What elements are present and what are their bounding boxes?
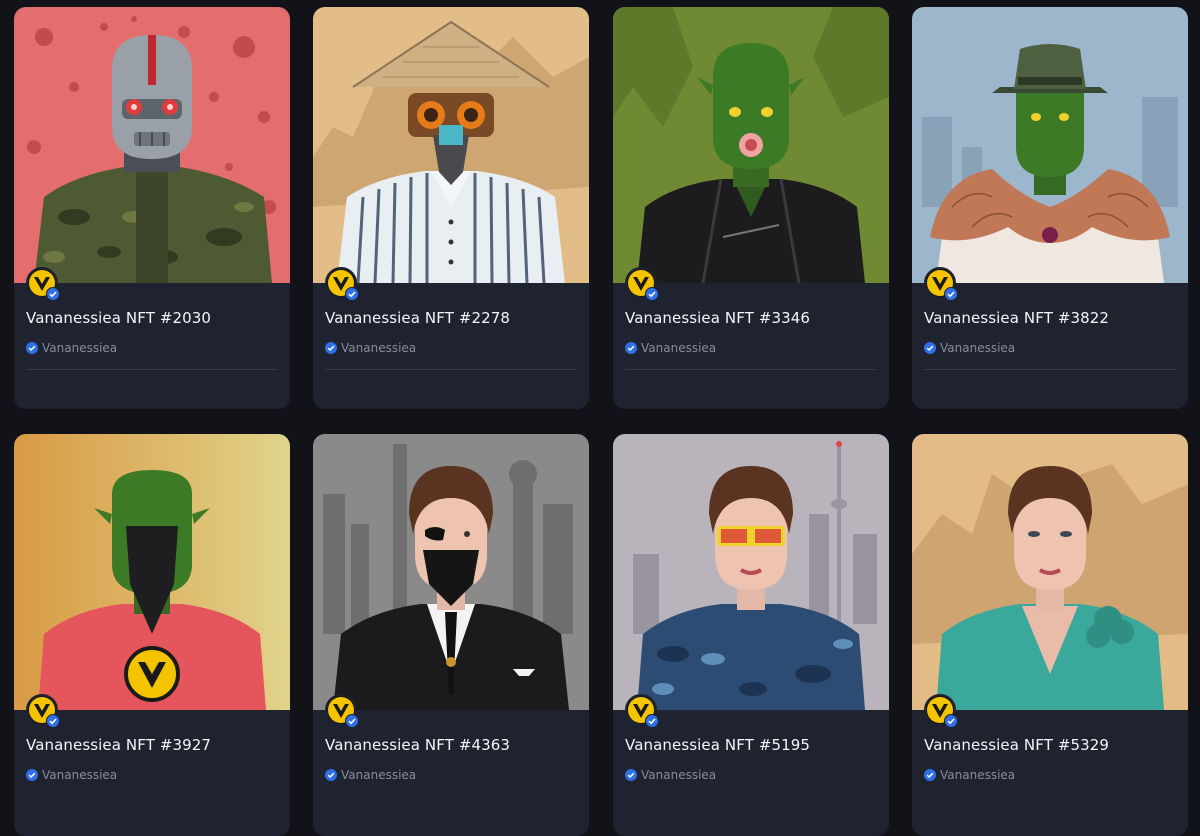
creator-name: Vananessiea: [641, 768, 717, 782]
card-divider: [924, 369, 1176, 370]
verified-check-icon: [325, 769, 337, 781]
nft-card[interactable]: Vananessiea NFT #5195 Vananessiea: [613, 434, 889, 836]
creator-link[interactable]: Vananessiea: [325, 340, 416, 356]
verified-badge-icon: [645, 714, 659, 728]
verified-badge-icon: [345, 287, 359, 301]
nft-grid: Vananessiea NFT #2030 Vananessiea Vanane…: [0, 0, 1200, 836]
verified-badge-icon: [46, 287, 60, 301]
nft-artwork[interactable]: [14, 434, 290, 710]
nft-title[interactable]: Vananessiea NFT #5329: [924, 736, 1109, 754]
nft-title[interactable]: Vananessiea NFT #2030: [26, 309, 211, 327]
card-divider: [325, 369, 577, 370]
nft-title[interactable]: Vananessiea NFT #3927: [26, 736, 211, 754]
nft-title[interactable]: Vananessiea NFT #2278: [325, 309, 510, 327]
creator-link[interactable]: Vananessiea: [26, 340, 117, 356]
verified-check-icon: [625, 769, 637, 781]
nft-artwork[interactable]: [613, 7, 889, 283]
creator-name: Vananessiea: [641, 341, 717, 355]
nft-artwork[interactable]: [613, 434, 889, 710]
creator-link[interactable]: Vananessiea: [26, 767, 117, 783]
nft-card[interactable]: Vananessiea NFT #5329 Vananessiea: [912, 434, 1188, 836]
nft-card[interactable]: Vananessiea NFT #3346 Vananessiea: [613, 7, 889, 409]
verified-badge-icon: [345, 714, 359, 728]
creator-name: Vananessiea: [940, 768, 1016, 782]
nft-card[interactable]: Vananessiea NFT #3927 Vananessiea: [14, 434, 290, 836]
creator-link[interactable]: Vananessiea: [625, 767, 716, 783]
nft-artwork[interactable]: [313, 7, 589, 283]
nft-title[interactable]: Vananessiea NFT #3822: [924, 309, 1109, 327]
nft-title[interactable]: Vananessiea NFT #3346: [625, 309, 810, 327]
creator-name: Vananessiea: [42, 341, 118, 355]
creator-link[interactable]: Vananessiea: [924, 340, 1015, 356]
verified-check-icon: [924, 342, 936, 354]
nft-card[interactable]: Vananessiea NFT #2030 Vananessiea: [14, 7, 290, 409]
nft-title[interactable]: Vananessiea NFT #4363: [325, 736, 510, 754]
nft-artwork[interactable]: [313, 434, 589, 710]
nft-card[interactable]: Vananessiea NFT #2278 Vananessiea: [313, 7, 589, 409]
verified-check-icon: [26, 342, 38, 354]
nft-artwork[interactable]: [14, 7, 290, 283]
nft-title[interactable]: Vananessiea NFT #5195: [625, 736, 810, 754]
verified-badge-icon: [46, 714, 60, 728]
nft-artwork[interactable]: [912, 434, 1188, 710]
nft-card[interactable]: Vananessiea NFT #3822 Vananessiea: [912, 7, 1188, 409]
creator-link[interactable]: Vananessiea: [924, 767, 1015, 783]
verified-check-icon: [924, 769, 936, 781]
verified-badge-icon: [944, 714, 958, 728]
creator-name: Vananessiea: [341, 768, 417, 782]
nft-card[interactable]: Vananessiea NFT #4363 Vananessiea: [313, 434, 589, 836]
creator-name: Vananessiea: [940, 341, 1016, 355]
verified-badge-icon: [645, 287, 659, 301]
nft-artwork[interactable]: [912, 7, 1188, 283]
verified-badge-icon: [944, 287, 958, 301]
creator-name: Vananessiea: [341, 341, 417, 355]
creator-link[interactable]: Vananessiea: [625, 340, 716, 356]
card-divider: [625, 369, 877, 370]
verified-check-icon: [26, 769, 38, 781]
creator-link[interactable]: Vananessiea: [325, 767, 416, 783]
creator-name: Vananessiea: [42, 768, 118, 782]
verified-check-icon: [325, 342, 337, 354]
verified-check-icon: [625, 342, 637, 354]
card-divider: [26, 369, 278, 370]
